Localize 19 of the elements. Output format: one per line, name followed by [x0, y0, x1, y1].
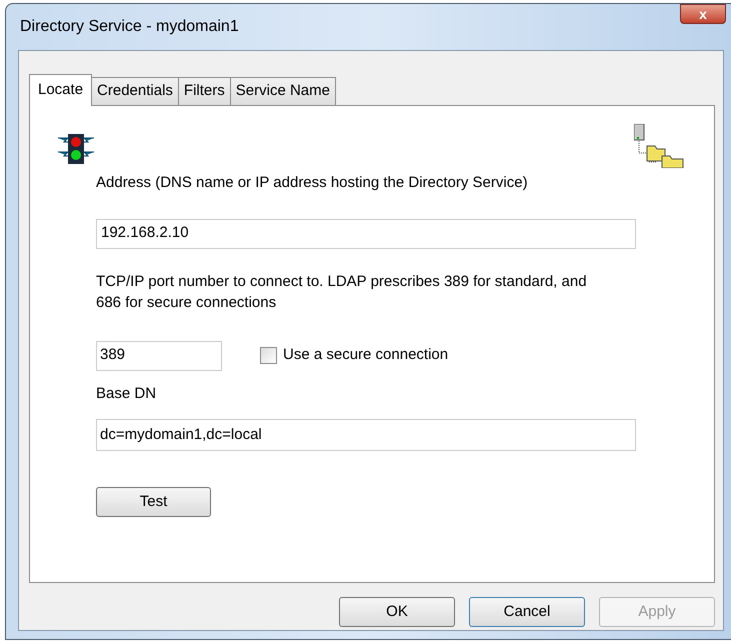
dialog-button[interactable]: Cancel	[469, 597, 585, 627]
tab[interactable]: Credentials	[91, 77, 179, 105]
port-description: TCP/IP port number to connect to. LDAP prescribes 389 for standard, and 686 for secure connections	[96, 272, 588, 312]
base-dn-field[interactable]: dc=mydomain1,dc=local	[96, 419, 636, 451]
address-label: Address (DNS name or IP address hosting the Directory Service)	[96, 173, 529, 193]
traffic-light-icon	[56, 132, 96, 166]
secure-label: Use a secure connection	[283, 345, 448, 366]
window-title: Directory Service - mydomain1	[20, 17, 239, 37]
base-dn-label: Base DN	[96, 384, 158, 404]
close-button[interactable]: x	[680, 4, 726, 24]
tab[interactable]: Service Name	[230, 77, 336, 105]
secure-checkbox[interactable]	[260, 347, 277, 364]
port-field[interactable]: 389	[96, 340, 222, 370]
tab[interactable]: Filters	[178, 77, 231, 105]
tab[interactable]: Locate	[29, 74, 92, 106]
test-button[interactable]: Test	[96, 487, 211, 517]
server-folders-icon	[634, 124, 686, 168]
address-field[interactable]: 192.168.2.10	[96, 218, 636, 248]
dialog-button[interactable]: OK	[339, 597, 455, 627]
